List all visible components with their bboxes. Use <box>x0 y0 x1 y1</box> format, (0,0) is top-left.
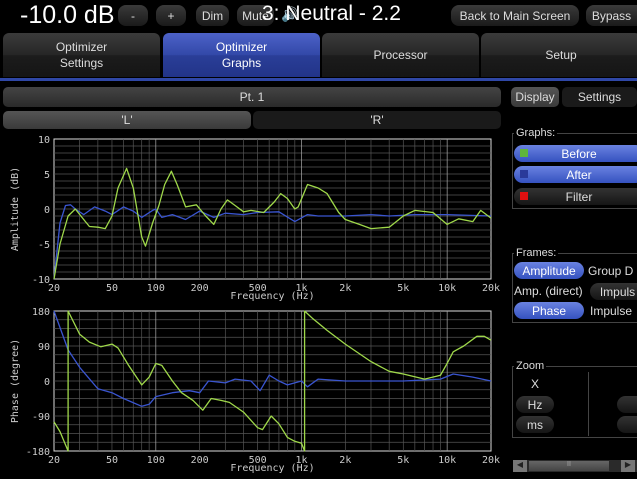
frame-impulse[interactable]: Impuls <box>590 283 637 300</box>
tab-underline <box>0 78 637 81</box>
x-tick-label: 2k <box>339 283 351 294</box>
frame-phase[interactable]: Phase <box>514 302 584 319</box>
after-label: After <box>566 167 592 182</box>
x-tick-label: 10k <box>438 455 456 466</box>
y-tick-label: 10 <box>38 135 50 146</box>
zoom-ms-button[interactable]: ms <box>516 416 554 433</box>
graphs-title: Graphs: <box>514 127 558 139</box>
x-tick-label: 20 <box>48 283 60 294</box>
x-tick-label: 2k <box>339 455 351 466</box>
back-to-main-button[interactable]: Back to Main Screen <box>451 5 579 26</box>
y-tick-label: 90 <box>38 342 50 353</box>
y-tick-label: 5 <box>44 170 50 181</box>
x-tick-label: 20k <box>482 455 500 466</box>
scroll-left-icon[interactable]: ◀ <box>513 460 527 472</box>
y-axis-label: Amplitude (dB) <box>10 167 21 251</box>
before-label: Before <box>561 146 597 161</box>
y-tick-label: -180 <box>26 447 50 458</box>
x-tick-label: 50 <box>106 283 118 294</box>
x-axis-label: Frequency (Hz) <box>230 463 314 474</box>
tab-setup[interactable]: Setup <box>481 33 637 77</box>
y-tick-label: -5 <box>38 240 50 251</box>
scroll-thumb[interactable]: II <box>529 461 609 471</box>
x-tick-label: 20k <box>482 283 500 294</box>
horizontal-scrollbar[interactable]: ◀ II ▶ <box>513 460 637 472</box>
phase-chart: 180900-90-18020 50 100 200 500 1k 2k 5k 10k 20kFr… <box>10 307 500 474</box>
zoom-title: Zoom <box>514 360 547 372</box>
x-tick-label: 50 <box>106 455 118 466</box>
channel-tab-l[interactable]: 'L' <box>3 111 251 129</box>
before-swatch <box>520 149 528 157</box>
preset-label: 3: Neutral - 2.2 <box>262 2 401 25</box>
zoom-hz-button[interactable]: Hz <box>516 396 554 413</box>
volume-down-button[interactable]: - <box>118 5 148 26</box>
zoom-divider <box>588 372 589 436</box>
filter-label: Filter <box>565 189 593 204</box>
x-tick-label: 10k <box>438 283 456 294</box>
tab-processor[interactable]: Processor <box>322 33 479 77</box>
x-tick-label: 100 <box>147 455 165 466</box>
zoom-y-out-button[interactable] <box>617 416 637 433</box>
x-tick-label: 200 <box>191 283 209 294</box>
zoom-y-in-button[interactable] <box>617 396 637 413</box>
y-axis-label: Phase (degree) <box>10 339 21 423</box>
dim-button[interactable]: Dim <box>196 5 229 26</box>
volume-up-button[interactable]: + <box>156 5 186 26</box>
x-tick-label: 5k <box>397 455 409 466</box>
y-tick-label: -90 <box>32 412 50 423</box>
side-tab-display[interactable]: Display <box>511 87 559 107</box>
zoom-x-label: X <box>531 377 540 391</box>
x-tick-label: 100 <box>147 283 165 294</box>
scroll-right-icon[interactable]: ▶ <box>621 460 635 472</box>
x-tick-label: 200 <box>191 455 209 466</box>
graph-toggle-filter[interactable]: Filter <box>514 188 637 205</box>
after-swatch <box>520 170 528 178</box>
tab-optimizer-graphs[interactable]: Optimizer Graphs <box>163 33 320 77</box>
y-tick-label: 0 <box>44 377 50 388</box>
y-tick-label: 0 <box>44 205 50 216</box>
graph-toggle-before[interactable]: Before <box>514 145 637 162</box>
x-axis-label: Frequency (Hz) <box>230 291 314 302</box>
frame-group-delay[interactable]: Group D <box>588 264 633 278</box>
frame-amp-direct[interactable]: Amp. (direct) <box>514 284 583 298</box>
x-tick-label: 20 <box>48 455 60 466</box>
amplitude-chart: 1050-5-1020 50 100 200 500 1k 2k 5k 10k 20kFreque… <box>10 135 500 302</box>
tab-optimizer-settings[interactable]: Optimizer Settings <box>3 33 160 77</box>
filter-swatch <box>520 192 528 200</box>
frame-impulse-2[interactable]: Impulse <box>590 304 632 318</box>
graph-toggle-after[interactable]: After <box>514 166 637 183</box>
frames-title: Frames: <box>514 247 559 259</box>
x-tick-label: 5k <box>397 283 409 294</box>
bypass-button[interactable]: Bypass <box>586 5 637 26</box>
side-tab-settings[interactable]: Settings <box>562 87 637 107</box>
frame-amplitude[interactable]: Amplitude <box>514 262 584 279</box>
volume-readout: -10.0 dB <box>20 1 115 29</box>
channel-tab-r[interactable]: 'R' <box>253 111 501 129</box>
y-tick-label: 180 <box>32 307 50 318</box>
point-selector[interactable]: Pt. 1 <box>3 87 501 107</box>
